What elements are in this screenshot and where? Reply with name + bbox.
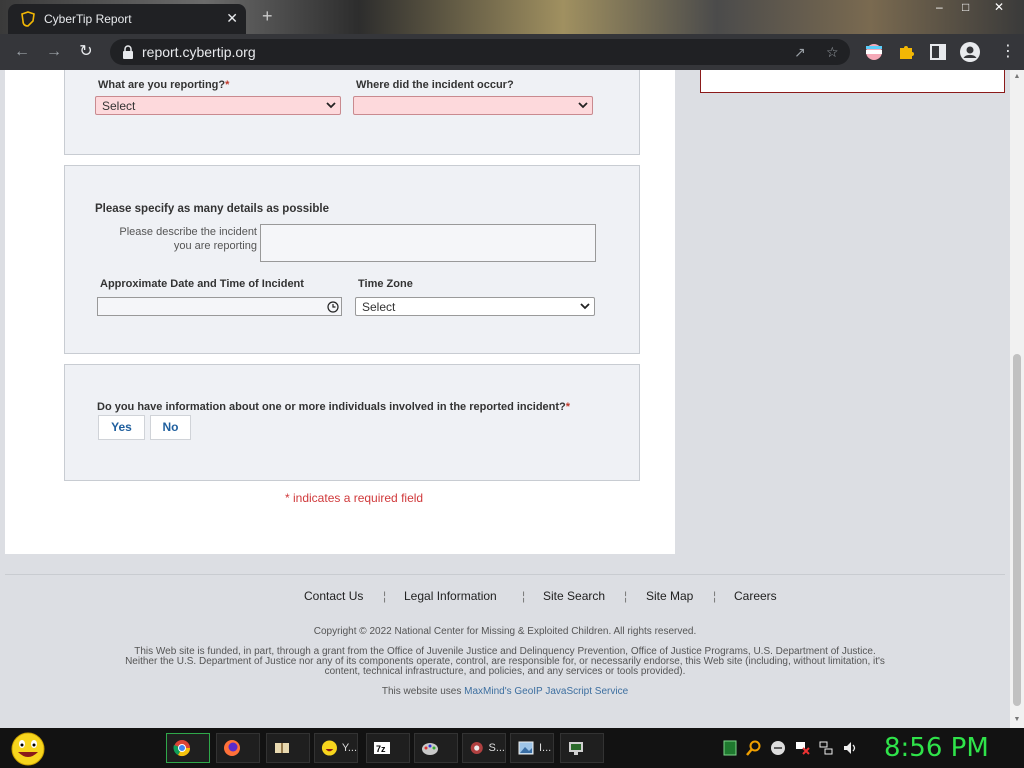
cybertip-favicon-icon: [21, 11, 35, 27]
no-button[interactable]: No: [150, 415, 191, 440]
page-scrollbar[interactable]: ▲ ▼: [1010, 70, 1024, 728]
os-taskbar: Y... 7z S... I...: [0, 728, 1024, 768]
scroll-down-arrow-icon[interactable]: ▼: [1013, 716, 1021, 724]
book-icon: [275, 743, 289, 753]
chevron-down-icon: [580, 303, 590, 310]
taskbar-item-book[interactable]: [266, 733, 310, 763]
share-icon[interactable]: ↗: [794, 44, 806, 61]
footer-link-site-search[interactable]: Site Search: [543, 589, 605, 603]
flag-tray-icon[interactable]: [794, 740, 810, 756]
incident-description-textarea[interactable]: [260, 224, 596, 262]
describe-incident-label: Please describe the incident you are rep…: [119, 226, 257, 252]
incident-details-section: Please specify as many details as possib…: [64, 165, 640, 354]
footer-link-careers[interactable]: Careers: [734, 589, 777, 603]
lock-icon: [123, 45, 133, 59]
reporting-select[interactable]: Select: [95, 96, 341, 115]
individuals-section: Do you have information about one or mor…: [64, 364, 640, 481]
paint-icon: [422, 743, 438, 755]
tab-close-icon[interactable]: ✕: [226, 10, 238, 27]
tab-title: CyberTip Report: [44, 12, 132, 26]
scroll-up-arrow-icon[interactable]: ▲: [1013, 73, 1021, 81]
image-viewer-icon: [518, 741, 534, 755]
footer-separator: ¦: [522, 589, 526, 603]
footer-link-legal-information[interactable]: Legal Information: [404, 589, 497, 603]
taskbar-item-chrome[interactable]: [166, 733, 210, 763]
date-time-label: Approximate Date and Time of Incident: [100, 278, 304, 290]
incident-type-section: What are you reporting?* Select Where di…: [64, 70, 640, 155]
time-zone-select[interactable]: Select: [355, 297, 595, 316]
footer-separator: ¦: [383, 589, 387, 603]
network-tray-icon[interactable]: [818, 740, 834, 756]
url-text: report.cybertip.org: [142, 44, 256, 60]
new-tab-button[interactable]: +: [262, 6, 273, 27]
geoip-notice: This website uses MaxMind's GeoIP JavaSc…: [381, 686, 629, 697]
volume-tray-icon[interactable]: [842, 740, 858, 756]
reporting-label: What are you reporting?*: [98, 79, 230, 91]
taskbar-item-emoji-app[interactable]: Y...: [314, 733, 358, 763]
flag-extension-icon[interactable]: [864, 42, 884, 62]
taskbar-item-monitor[interactable]: [560, 733, 604, 763]
taskbar-item-paint[interactable]: [414, 733, 458, 763]
profile-avatar-icon[interactable]: [960, 42, 980, 62]
7zip-icon: 7z: [374, 742, 390, 754]
taskbar-item-7zip[interactable]: 7z: [366, 733, 410, 763]
time-zone-label: Time Zone: [358, 278, 413, 290]
browser-toolbar: ← → ↻ report.cybertip.org ↗ ☆ ⋮: [0, 34, 1024, 70]
bookmark-star-icon[interactable]: ☆: [826, 44, 839, 61]
scrollbar-thumb[interactable]: [1013, 354, 1021, 706]
incident-location-label: Where did the incident occur?: [356, 79, 514, 91]
footer-link-contact-us[interactable]: Contact Us: [304, 589, 363, 603]
geoip-link[interactable]: MaxMind's GeoIP JavaScript Service: [464, 686, 628, 697]
page-viewport: What are you reporting?* Select Where di…: [0, 70, 1010, 728]
required-field-note: * indicates a required field: [285, 491, 424, 505]
taskbar-item-firefox[interactable]: [216, 733, 260, 763]
copyright-text: Copyright © 2022 National Center for Mis…: [313, 626, 697, 637]
side-panel-box: [700, 70, 1005, 93]
browser-tab-bar: CyberTip Report ✕ + – □ ✕: [0, 0, 1024, 34]
footer-separator: ¦: [713, 589, 717, 603]
taskbar-item-image-viewer[interactable]: I...: [510, 733, 554, 763]
close-window-button[interactable]: ✕: [994, 0, 1004, 14]
footer-separator: ¦: [624, 589, 628, 603]
minimize-button[interactable]: –: [936, 0, 943, 14]
incident-location-select[interactable]: [353, 96, 593, 115]
footer-divider: [5, 574, 1005, 575]
funding-disclaimer: This Web site is funded, in part, throug…: [125, 646, 885, 677]
extensions-puzzle-icon[interactable]: [896, 42, 916, 62]
status-face-tray-icon[interactable]: [770, 740, 786, 756]
chevron-down-icon: [326, 102, 336, 109]
tab-cybertip-report[interactable]: CyberTip Report ✕: [8, 4, 246, 34]
taskbar-clock[interactable]: 8:56 PM: [884, 733, 989, 763]
start-menu-smiley-icon[interactable]: [8, 730, 48, 766]
details-heading: Please specify as many details as possib…: [95, 203, 329, 215]
svg-text:7z: 7z: [376, 744, 386, 754]
taskbar-item-s-app[interactable]: S...: [462, 733, 506, 763]
address-bar[interactable]: report.cybertip.org ↗ ☆: [110, 39, 850, 65]
individuals-question: Do you have information about one or mor…: [97, 401, 571, 413]
monitor-icon: [569, 742, 583, 755]
green-box-tray-icon[interactable]: [722, 740, 738, 756]
chevron-down-icon: [578, 102, 588, 109]
reload-icon[interactable]: ↻: [76, 42, 96, 62]
clock-icon[interactable]: [327, 301, 339, 313]
back-arrow-icon[interactable]: ←: [12, 42, 32, 62]
chrome-icon: [173, 740, 191, 757]
emoji-icon: [321, 740, 337, 756]
footer-link-site-map[interactable]: Site Map: [646, 589, 693, 603]
side-panel-icon[interactable]: [928, 42, 948, 62]
magnifier-tray-icon[interactable]: [746, 740, 762, 756]
firefox-icon: [224, 740, 240, 756]
maximize-button[interactable]: □: [962, 0, 969, 14]
incident-datetime-input[interactable]: [97, 297, 342, 316]
s-app-icon: [470, 741, 483, 755]
forward-arrow-icon[interactable]: →: [44, 42, 64, 62]
yes-button[interactable]: Yes: [98, 415, 145, 440]
browser-menu-icon[interactable]: ⋮: [998, 42, 1018, 62]
